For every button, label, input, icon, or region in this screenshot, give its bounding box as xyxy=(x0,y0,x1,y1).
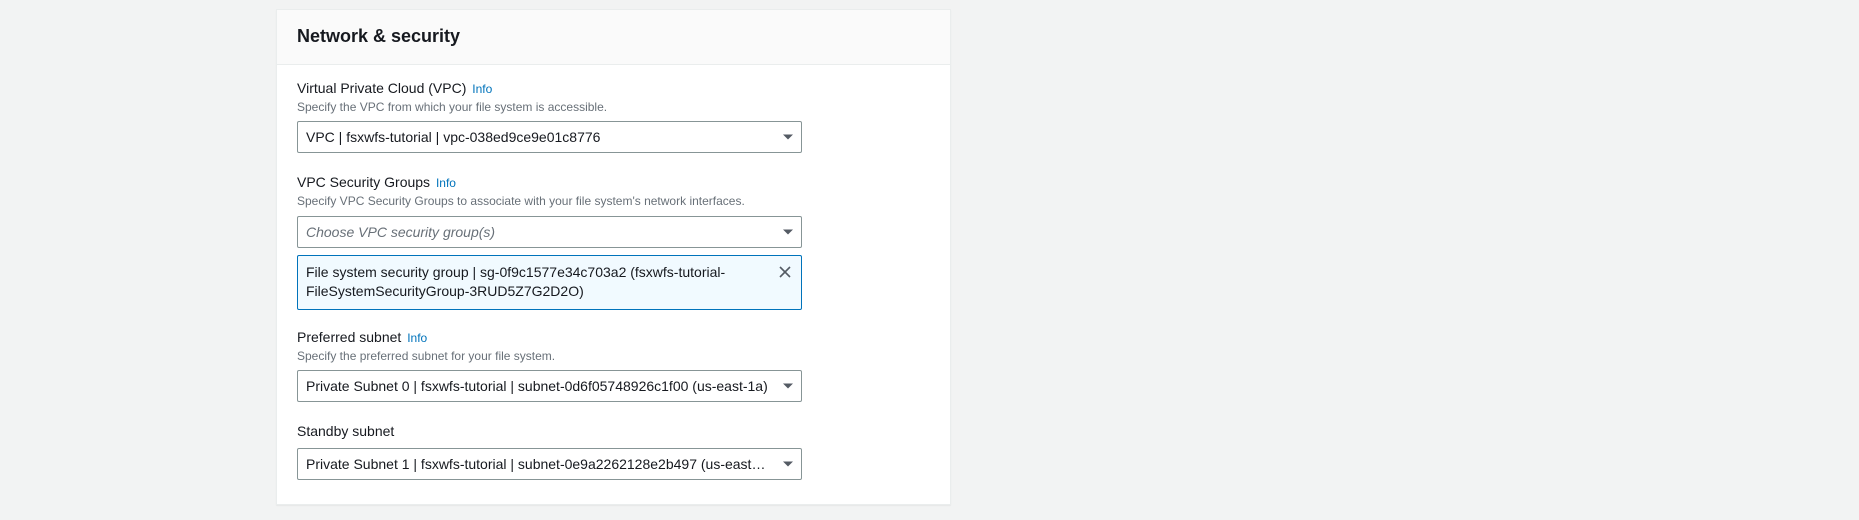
vpc-description: Specify the VPC from which your file sys… xyxy=(297,99,930,116)
vpc-info-link[interactable]: Info xyxy=(472,82,492,96)
preferred-subnet-value: Private Subnet 0 | fsxwfs-tutorial | sub… xyxy=(306,378,768,394)
preferred-subnet-info-link[interactable]: Info xyxy=(407,331,427,345)
security-groups-label: VPC Security Groups xyxy=(297,174,430,190)
standby-subnet-field: Standby subnet Private Subnet 1 | fsxwfs… xyxy=(297,422,930,480)
preferred-subnet-select[interactable]: Private Subnet 0 | fsxwfs-tutorial | sub… xyxy=(297,370,802,402)
close-icon[interactable] xyxy=(777,264,793,280)
caret-down-icon xyxy=(783,461,793,466)
caret-down-icon xyxy=(783,135,793,140)
network-security-panel: Network & security Virtual Private Cloud… xyxy=(276,9,951,505)
caret-down-icon xyxy=(783,384,793,389)
vpc-select-value: VPC | fsxwfs-tutorial | vpc-038ed9ce9e01… xyxy=(306,129,600,145)
security-groups-field: VPC Security Groups Info Specify VPC Sec… xyxy=(297,173,930,310)
security-groups-description: Specify VPC Security Groups to associate… xyxy=(297,193,930,210)
panel-body: Virtual Private Cloud (VPC) Info Specify… xyxy=(277,65,950,504)
preferred-subnet-label: Preferred subnet xyxy=(297,329,401,345)
vpc-label: Virtual Private Cloud (VPC) xyxy=(297,80,466,96)
vpc-select[interactable]: VPC | fsxwfs-tutorial | vpc-038ed9ce9e01… xyxy=(297,121,802,153)
security-groups-placeholder: Choose VPC security group(s) xyxy=(306,224,495,240)
standby-subnet-label: Standby subnet xyxy=(297,423,394,439)
standby-subnet-value: Private Subnet 1 | fsxwfs-tutorial | sub… xyxy=(306,456,769,472)
standby-subnet-select[interactable]: Private Subnet 1 | fsxwfs-tutorial | sub… xyxy=(297,448,802,480)
security-group-token-label: File system security group | sg-0f9c1577… xyxy=(306,264,725,300)
panel-header: Network & security xyxy=(277,10,950,65)
security-group-token: File system security group | sg-0f9c1577… xyxy=(297,255,802,310)
vpc-field: Virtual Private Cloud (VPC) Info Specify… xyxy=(297,79,930,153)
security-groups-select[interactable]: Choose VPC security group(s) xyxy=(297,216,802,248)
panel-title: Network & security xyxy=(297,26,930,47)
security-groups-info-link[interactable]: Info xyxy=(436,176,456,190)
preferred-subnet-field: Preferred subnet Info Specify the prefer… xyxy=(297,328,930,402)
preferred-subnet-description: Specify the preferred subnet for your fi… xyxy=(297,348,930,365)
caret-down-icon xyxy=(783,229,793,234)
